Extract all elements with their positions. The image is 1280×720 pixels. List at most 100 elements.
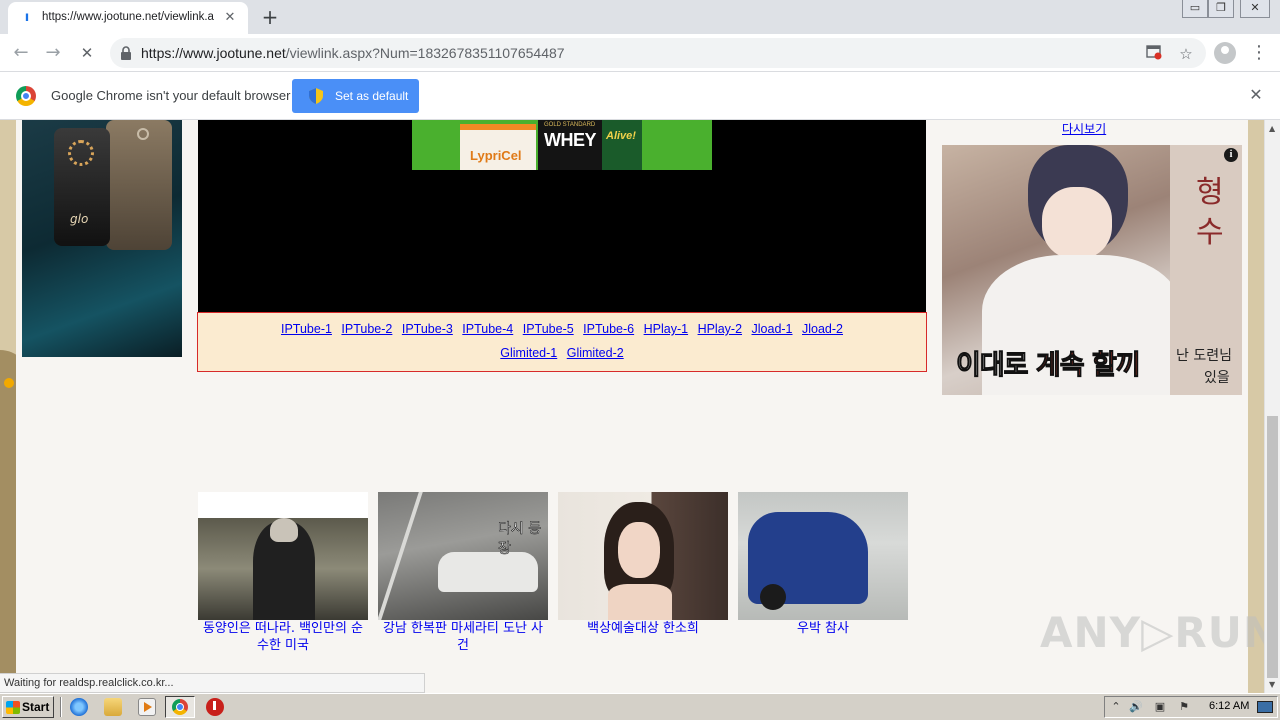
scroll-down-arrow-icon[interactable]: ▼ [1269,680,1275,689]
taskbar-clock[interactable]: 6:12 AM [1209,700,1249,712]
player-link-iptube-5[interactable]: IPTube-5 [523,322,574,336]
infobar-message: Google Chrome isn't your default browser [51,88,291,103]
ad-side-text: 있을 [1204,370,1230,386]
ad-device-button [137,128,149,140]
loading-favicon-icon: ı [24,10,30,25]
ad-caption: 이대로 계속 할끼 [956,343,1142,382]
thumbnail-road [378,492,423,620]
thumbnail-overlay-text: 다시 등장 [498,521,542,558]
ad-product-sublabel: GOLD STANDARD [544,122,596,128]
security-alert-icon[interactable] [206,698,224,716]
page-viewport: glo LypriCel GOLD STANDARD WHEY Alive! I… [0,120,1280,693]
network-icon[interactable]: ▣ [1153,700,1167,714]
stop-loading-button[interactable]: ✕ [74,40,100,66]
player-links-row: Glimited-1 Glimited-2 [198,346,926,360]
tray-expand-icon[interactable]: ⌃ [1109,700,1123,714]
thumbnail-image[interactable] [738,492,908,620]
thumbnail-image[interactable] [198,492,368,620]
right-ad-banner[interactable]: 형 수 난 도련님 있을 이대로 계속 할끼 i [942,145,1242,395]
show-desktop-icon[interactable] [1257,701,1273,713]
url-path: /viewlink.aspx?Num=1832678351107654487 [285,45,565,61]
address-bar[interactable]: https://www.jootune.net/viewlink.aspx?Nu… [110,38,1206,68]
window-close-button[interactable]: ✕ [1240,0,1270,18]
player-links-box: IPTube-1 IPTube-2 IPTube-3 IPTube-4 IPTu… [197,312,927,372]
thumbnail-shoulders [608,584,672,620]
page-content: glo LypriCel GOLD STANDARD WHEY Alive! I… [16,120,1278,693]
start-button[interactable]: Start [2,696,54,718]
thumbnail-caption[interactable]: 동양인은 떠나라. 백인만의 순수한 미국 [198,620,368,654]
url-text[interactable]: https://www.jootune.net/viewlink.aspx?Nu… [141,45,565,61]
tab-close-icon[interactable]: ✕ [222,10,238,26]
ad-product-label: LypriCel [470,148,522,163]
video-player[interactable]: LypriCel GOLD STANDARD WHEY Alive! [198,120,926,312]
ad-brand-text: glo [70,212,89,226]
player-link-jload-2[interactable]: Jload-2 [802,322,843,336]
ad-character-face [1042,187,1112,259]
ad-sun-logo-icon [68,140,94,166]
ad-info-icon[interactable]: i [1224,148,1238,162]
thumbnail-hat [270,518,298,542]
thumbnail-face [618,522,660,578]
profile-avatar-icon[interactable] [1214,42,1236,64]
media-player-icon[interactable] [138,698,156,716]
restore-button[interactable]: ❐ [1208,0,1234,18]
infobar-close-icon[interactable]: ✕ [1247,86,1265,104]
ad-side-title: 수 [1196,215,1224,250]
bookmark-star-icon[interactable]: ☆ [1176,44,1196,64]
player-link-iptube-2[interactable]: IPTube-2 [341,322,392,336]
volume-icon[interactable]: 🔊 [1129,700,1143,714]
ad-caption-white: 이대로 [956,350,1036,382]
windows-logo-icon [6,701,20,714]
internet-explorer-icon[interactable] [70,698,88,716]
tab-active[interactable]: ı https://www.jootune.net/viewlink.a ✕ [8,2,248,34]
taskbar-chrome-button[interactable] [165,696,195,718]
action-center-flag-icon[interactable]: ⚑ [1177,700,1191,714]
left-ad-banner[interactable]: glo [22,120,182,357]
ad-product-whey: GOLD STANDARD WHEY [538,120,602,170]
default-browser-infobar: Google Chrome isn't your default browser… [0,72,1280,120]
supplement-ad-banner[interactable]: LypriCel GOLD STANDARD WHEY Alive! [412,120,712,170]
back-button[interactable]: ← [8,40,34,66]
forward-button[interactable]: → [40,40,66,66]
thumbnail-wheel [760,584,786,610]
ad-caption-red: 계속 할끼 [1035,350,1141,382]
taskbar-separator [60,697,62,717]
player-link-hplay-1[interactable]: HPlay-1 [644,322,688,336]
ad-product-label: WHEY [544,130,597,150]
thumbnail-image[interactable]: 다시 등장 [378,492,548,620]
ad-product-alive: Alive! [602,120,642,170]
browser-toolbar: ← → ✕ https://www.jootune.net/viewlink.a… [0,34,1280,72]
chrome-menu-icon[interactable]: ⋮ [1250,42,1268,64]
player-links-row: IPTube-1 IPTube-2 IPTube-3 IPTube-4 IPTu… [198,322,926,336]
background-dot [4,378,14,388]
player-link-glimited-1[interactable]: Glimited-1 [500,346,557,360]
scroll-up-arrow-icon[interactable]: ▲ [1269,124,1275,133]
popup-blocked-icon[interactable] [1144,44,1164,64]
set-as-default-button[interactable]: Set as default [292,79,419,113]
thumbnail-caption[interactable]: 강남 한복판 마세라티 도난 사건 [378,620,548,654]
player-link-hplay-2[interactable]: HPlay-2 [698,322,742,336]
player-link-jload-1[interactable]: Jload-1 [752,322,793,336]
ad-side-panel: 형 수 난 도련님 있을 [1170,145,1242,395]
player-link-glimited-2[interactable]: Glimited-2 [567,346,624,360]
tab-strip: ı https://www.jootune.net/viewlink.a ✕ +… [0,0,1280,34]
thumbnail-caption[interactable]: 우박 참사 [738,620,908,637]
player-link-iptube-6[interactable]: IPTube-6 [583,322,634,336]
file-explorer-icon[interactable] [104,698,122,716]
thumbnail-caption[interactable]: 백상예술대상 한소희 [558,620,728,637]
scrollbar-thumb[interactable] [1267,416,1278,678]
player-link-iptube-4[interactable]: IPTube-4 [462,322,513,336]
lock-icon[interactable] [120,46,132,60]
windows-taskbar: Start ⌃ 🔊 ▣ ⚑ 6:12 AM [0,693,1280,720]
new-tab-button[interactable]: + [258,6,282,30]
ad-side-text: 난 도련님 [1176,348,1232,364]
player-link-iptube-1[interactable]: IPTube-1 [281,322,332,336]
ad-side-title: 형 [1196,175,1224,210]
thumbnail-car [438,552,538,592]
minimize-button[interactable]: ▭ [1182,0,1208,18]
player-link-iptube-3[interactable]: IPTube-3 [402,322,453,336]
vertical-scrollbar[interactable]: ▲ ▼ [1264,120,1280,693]
tab-title: https://www.jootune.net/viewlink.a [42,11,214,23]
replay-link[interactable]: 다시보기 [1062,120,1106,137]
thumbnail-image[interactable] [558,492,728,620]
